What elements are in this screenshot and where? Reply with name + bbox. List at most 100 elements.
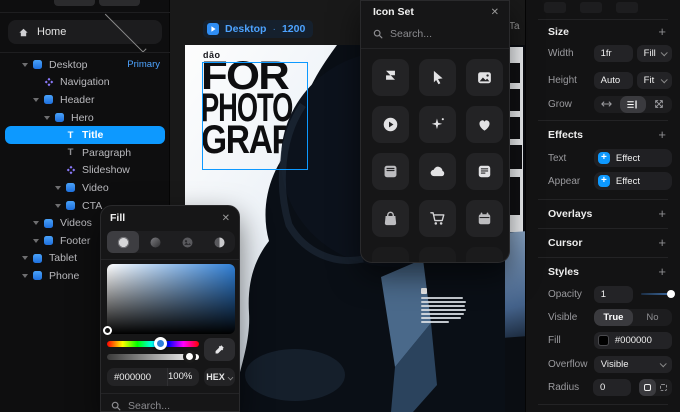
caret-down-icon[interactable] [20, 256, 30, 260]
plus-icon: + [598, 152, 610, 164]
frame-name[interactable]: Desktop [225, 23, 266, 35]
selection-outline[interactable] [202, 62, 308, 170]
fill-color-input[interactable]: #000000 [594, 332, 672, 349]
grow-fill-button[interactable] [620, 96, 646, 113]
layer-row-header[interactable]: Header [0, 91, 170, 109]
tab-solid-fill[interactable] [107, 231, 139, 253]
visible-true-button[interactable]: True [594, 309, 633, 326]
eyedropper-icon [214, 344, 225, 355]
overflow-label: Overflow [548, 359, 594, 370]
icon-tile-calendar[interactable] [466, 200, 503, 237]
text-icon: T [63, 130, 78, 141]
icon-tile-clipped[interactable] [372, 247, 409, 263]
width-input[interactable]: 1fr [594, 45, 633, 62]
framer-icon [382, 69, 399, 86]
sidebar-tabbar-clipped[interactable] [54, 0, 140, 6]
tab-gradient-fill[interactable] [139, 231, 171, 253]
caret-down-icon[interactable] [31, 221, 41, 225]
color-format-dropdown[interactable]: HEX [204, 368, 235, 386]
add-style-button[interactable]: + [658, 264, 666, 279]
caret-down-icon[interactable] [53, 186, 63, 190]
alpha-input[interactable]: 100% [167, 368, 199, 386]
caret-down-icon[interactable] [42, 116, 52, 120]
effects-section-header: Effects + [548, 127, 666, 142]
frame-icon [30, 271, 45, 280]
hex-input[interactable]: #000000 [107, 372, 167, 383]
page-selector[interactable]: Home [8, 20, 162, 44]
saturation-value-picker[interactable] [107, 264, 235, 334]
radius-uniform-button[interactable] [639, 379, 655, 396]
icon-tile-notes[interactable] [466, 153, 503, 190]
layer-label: Hero [71, 112, 94, 124]
icon-tile-window[interactable] [372, 153, 409, 190]
appear-effect-button[interactable]: + Effect [594, 172, 672, 190]
icon-tile-bag[interactable] [372, 200, 409, 237]
icon-tile-cursor[interactable] [419, 59, 456, 96]
icon-tile-clipped[interactable] [466, 247, 503, 263]
grow-free-button[interactable] [646, 96, 672, 113]
layer-row-navigation[interactable]: Navigation [0, 74, 170, 92]
icon-tile-framer[interactable] [372, 59, 409, 96]
caret-down-icon[interactable] [31, 239, 41, 243]
individual-radius-icon [660, 384, 667, 391]
search-icon [373, 29, 383, 39]
height-mode-dropdown[interactable]: Fit [637, 72, 672, 89]
alpha-slider-knob[interactable] [183, 350, 196, 363]
icon-tile-heart[interactable] [466, 106, 503, 143]
search-icon [111, 401, 121, 411]
caret-down-icon[interactable] [53, 204, 63, 208]
grow-horizontal-button[interactable] [594, 96, 620, 113]
component-icon [63, 165, 78, 175]
caret-down-icon[interactable] [20, 63, 30, 67]
grow-options [594, 96, 672, 113]
color-swatch[interactable] [598, 335, 609, 346]
icon-tile-play[interactable] [372, 106, 409, 143]
layer-label: Footer [60, 235, 90, 247]
add-effect-button[interactable]: + [658, 127, 666, 142]
frame-icon [30, 60, 45, 69]
width-mode-dropdown[interactable]: Fill [637, 45, 672, 62]
frame-breadcrumb[interactable]: Desktop · 1200 [203, 20, 313, 38]
opacity-slider-knob[interactable] [667, 290, 675, 298]
tablet-frame-label[interactable]: Ta [509, 21, 520, 32]
caret-down-icon[interactable] [20, 274, 30, 278]
hue-slider[interactable] [107, 341, 199, 347]
frame-icon [41, 95, 56, 104]
radius-individual-button[interactable] [656, 379, 672, 396]
image-icon [476, 69, 493, 86]
hue-slider-knob[interactable] [154, 337, 167, 350]
close-icon[interactable]: ✕ [491, 7, 499, 18]
visible-no-button[interactable]: No [633, 309, 672, 326]
text-effect-button[interactable]: + Effect [594, 149, 672, 167]
icon-tile-clipped[interactable] [419, 247, 456, 263]
layer-row-desktop[interactable]: DesktopPrimary [0, 56, 170, 74]
add-cursor-button[interactable]: + [658, 235, 666, 250]
sv-picker-knob[interactable] [103, 326, 112, 335]
opacity-slider[interactable] [641, 293, 672, 295]
tab-blend-fill[interactable] [203, 231, 235, 253]
radius-input[interactable]: 0 [593, 379, 632, 396]
layer-row-hero[interactable]: Hero [0, 109, 170, 127]
fill-search-field[interactable]: Search... [111, 400, 170, 412]
icon-tile-image[interactable] [466, 59, 503, 96]
layer-row-title[interactable]: TTitle [0, 126, 170, 144]
frame-icon [63, 183, 78, 192]
eyedropper-button[interactable] [204, 338, 235, 361]
layer-row-paragraph[interactable]: TParagraph [0, 144, 170, 162]
caret-down-icon[interactable] [31, 98, 41, 102]
add-overlay-button[interactable]: + [658, 206, 666, 221]
fill-panel-title: Fill [110, 212, 125, 224]
layer-row-slideshow[interactable]: Slideshow [0, 162, 170, 180]
icon-tile-cloud[interactable] [419, 153, 456, 190]
cursor-section-header: Cursor + [548, 235, 666, 250]
height-input[interactable]: Auto [594, 72, 633, 89]
icon-search-field[interactable]: Search... [373, 28, 432, 40]
opacity-input[interactable]: 1 [594, 286, 633, 303]
layer-row-video[interactable]: Video [0, 179, 170, 197]
add-size-button[interactable]: + [658, 24, 666, 39]
icon-tile-cart[interactable] [419, 200, 456, 237]
close-icon[interactable]: ✕ [222, 213, 230, 224]
icon-tile-sparkle[interactable] [419, 106, 456, 143]
tab-image-fill[interactable] [171, 231, 203, 253]
overflow-dropdown[interactable]: Visible [594, 356, 672, 373]
